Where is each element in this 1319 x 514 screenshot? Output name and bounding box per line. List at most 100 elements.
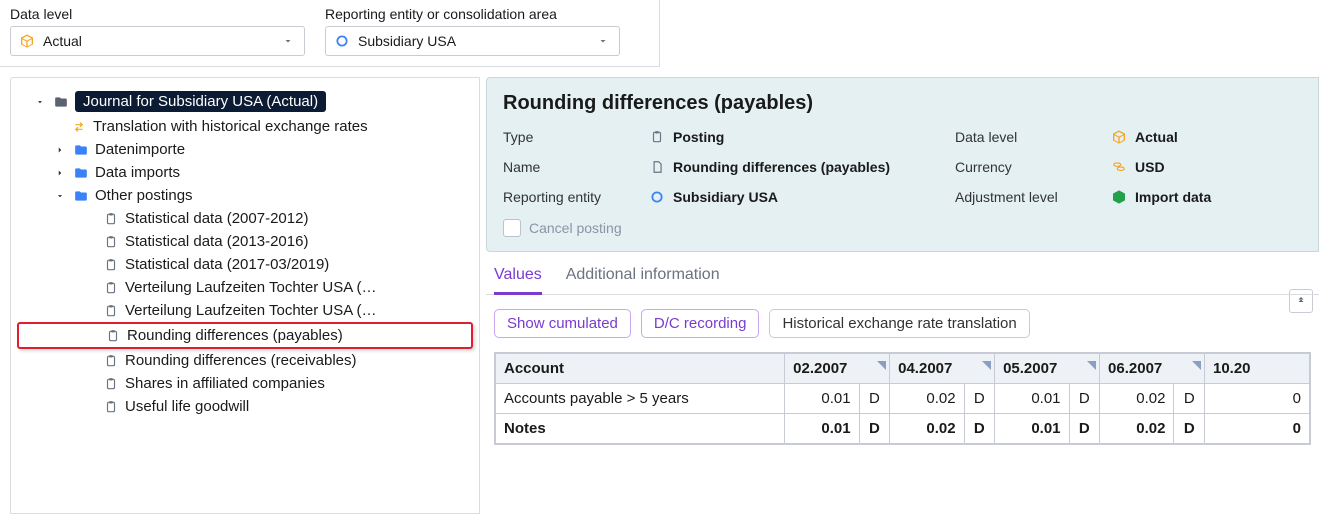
meta-currency-value: USD — [1135, 159, 1165, 175]
col-period[interactable]: 04.2007 — [890, 354, 995, 384]
clipboard-icon — [103, 234, 119, 250]
tree-item-data-imports[interactable]: Data imports — [17, 161, 473, 184]
tree-item-other-postings[interactable]: Other postings — [17, 184, 473, 207]
tree-leaf-label: Shares in affiliated companies — [125, 375, 325, 392]
tree-item-label: Datenimporte — [95, 141, 185, 158]
show-cumulated-button[interactable]: Show cumulated — [494, 309, 631, 338]
meta-type-label: Type — [503, 129, 643, 145]
clipboard-icon — [103, 280, 119, 296]
filter-corner-icon[interactable] — [877, 357, 886, 366]
tree-leaf[interactable]: Verteilung Laufzeiten Tochter USA (… — [17, 299, 473, 322]
clipboard-icon — [103, 376, 119, 392]
clipboard-icon — [649, 129, 665, 145]
cube-icon — [1111, 129, 1127, 145]
meta-name-value: Rounding differences (payables) — [673, 159, 890, 175]
meta-name-label: Name — [503, 159, 643, 175]
chevron-right-icon — [53, 145, 67, 155]
tree-item-translation[interactable]: Translation with historical exchange rat… — [17, 115, 473, 138]
tree-root-label: Journal for Subsidiary USA (Actual) — [75, 91, 326, 112]
cell-dc: D — [859, 384, 890, 414]
cell-value: 0.01 — [995, 384, 1069, 414]
cell-dc: D — [1069, 414, 1100, 444]
tree-item-datenimporte[interactable]: Datenimporte — [17, 138, 473, 161]
tree-leaf-label: Statistical data (2017-03/2019) — [125, 256, 329, 273]
meta-entity-value: Subsidiary USA — [673, 189, 778, 205]
document-icon — [649, 159, 665, 175]
tree-leaf[interactable]: Statistical data (2013-2016) — [17, 230, 473, 253]
tree-leaf-label: Rounding differences (receivables) — [125, 352, 357, 369]
meta-currency-label: Currency — [955, 159, 1105, 175]
dc-recording-button[interactable]: D/C recording — [641, 309, 760, 338]
tab-bar: Values Additional information — [486, 252, 1319, 295]
cell-value: 0.01 — [785, 384, 859, 414]
tree-leaf-label: Verteilung Laufzeiten Tochter USA (… — [125, 302, 377, 319]
col-account[interactable]: Account — [496, 354, 785, 384]
cell-dc: D — [1174, 414, 1205, 444]
tree-leaf[interactable]: Statistical data (2017-03/2019) — [17, 253, 473, 276]
cell-account: Accounts payable > 5 years — [496, 384, 785, 414]
col-period[interactable]: 10.20 — [1204, 354, 1309, 384]
filter-corner-icon[interactable] — [982, 357, 991, 366]
chevron-right-icon — [53, 168, 67, 178]
tree-item-label: Other postings — [95, 187, 193, 204]
entity-select[interactable]: Subsidiary USA — [325, 26, 620, 56]
cell-value: 0.02 — [1100, 384, 1174, 414]
tree-leaf-label: Statistical data (2013-2016) — [125, 233, 308, 250]
col-period[interactable]: 02.2007 — [785, 354, 890, 384]
tree-leaf[interactable]: Statistical data (2007-2012) — [17, 207, 473, 230]
cube-icon — [19, 33, 35, 49]
entity-value: Subsidiary USA — [358, 33, 456, 49]
tree-leaf[interactable]: Rounding differences (receivables) — [17, 349, 473, 372]
historical-translation-button[interactable]: Historical exchange rate translation — [769, 309, 1029, 338]
table-totals-row[interactable]: Notes 0.01 D 0.02 D 0.01 D 0.02 D 0 — [496, 414, 1310, 444]
cell-dc: D — [859, 414, 890, 444]
col-period[interactable]: 05.2007 — [995, 354, 1100, 384]
checkbox-icon[interactable] — [503, 219, 521, 237]
meta-adj-label: Adjustment level — [955, 189, 1105, 205]
circle-icon — [649, 189, 665, 205]
cell-account: Notes — [496, 414, 785, 444]
folder-icon — [53, 94, 69, 110]
col-period[interactable]: 06.2007 — [1100, 354, 1205, 384]
cell-dc: D — [1174, 384, 1205, 414]
filter-data-level: Data level Actual — [10, 6, 305, 56]
tree-root[interactable]: Journal for Subsidiary USA (Actual) — [17, 88, 473, 115]
clipboard-icon — [105, 328, 121, 344]
posting-header: Rounding differences (payables) Type Pos… — [486, 77, 1319, 252]
meta-datalevel-label: Data level — [955, 129, 1105, 145]
tree-panel: Journal for Subsidiary USA (Actual) Tran… — [10, 77, 480, 514]
cell-value: 0.02 — [890, 384, 964, 414]
meta-adj-value: Import data — [1135, 189, 1211, 205]
meta-datalevel-value: Actual — [1135, 129, 1178, 145]
chevron-down-icon — [595, 33, 611, 49]
cell-value: 0.01 — [995, 414, 1069, 444]
filter-bar: Data level Actual Reporting entity or co… — [0, 0, 660, 67]
filter-corner-icon[interactable] — [1192, 357, 1201, 366]
tab-values[interactable]: Values — [494, 266, 542, 295]
exchange-icon — [71, 119, 87, 135]
table-row[interactable]: Accounts payable > 5 years 0.01 D 0.02 D… — [496, 384, 1310, 414]
tree-leaf[interactable]: Verteilung Laufzeiten Tochter USA (… — [17, 276, 473, 299]
cancel-posting-row[interactable]: Cancel posting — [503, 219, 1302, 237]
data-level-select[interactable]: Actual — [10, 26, 305, 56]
cube-green-icon — [1111, 189, 1127, 205]
tree-leaf-label: Rounding differences (payables) — [127, 327, 343, 344]
cell-value: 0 — [1204, 384, 1309, 414]
clipboard-icon — [103, 353, 119, 369]
tree-leaf-label: Statistical data (2007-2012) — [125, 210, 308, 227]
tree-leaf[interactable]: Shares in affiliated companies — [17, 372, 473, 395]
tree-item-label: Translation with historical exchange rat… — [93, 118, 368, 135]
cell-value: 0.02 — [890, 414, 964, 444]
posting-title: Rounding differences (payables) — [503, 92, 1302, 115]
meta-entity-label: Reporting entity — [503, 189, 643, 205]
folder-icon — [73, 188, 89, 204]
cell-dc: D — [964, 384, 995, 414]
filter-corner-icon[interactable] — [1087, 357, 1096, 366]
data-level-label: Data level — [10, 6, 305, 22]
meta-type-value: Posting — [673, 129, 724, 145]
tree-leaf-selected[interactable]: Rounding differences (payables) — [17, 322, 473, 349]
tab-additional-info[interactable]: Additional information — [566, 266, 720, 294]
cell-dc: D — [1069, 384, 1100, 414]
tree-leaf[interactable]: Useful life goodwill — [17, 395, 473, 418]
clipboard-icon — [103, 399, 119, 415]
